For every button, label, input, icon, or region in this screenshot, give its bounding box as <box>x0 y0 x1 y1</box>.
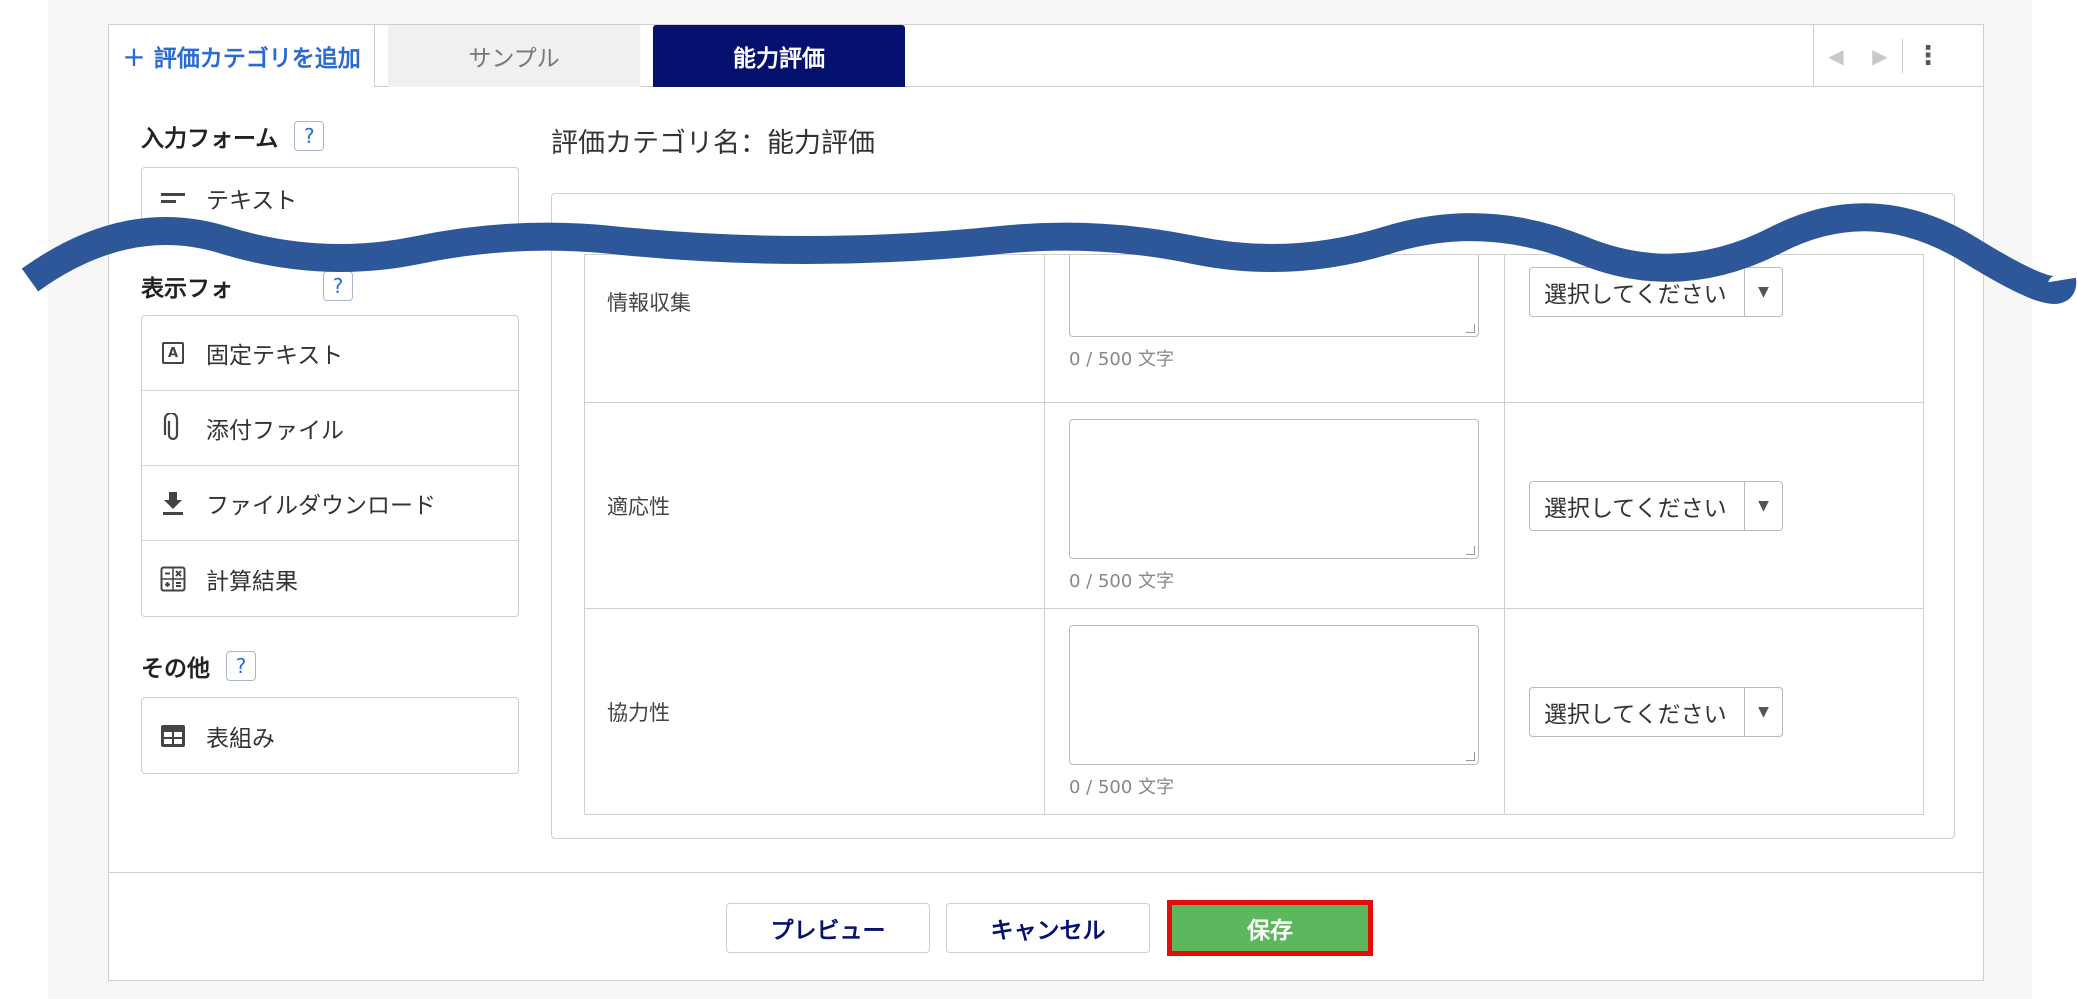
footer-bar: プレビュー キャンセル 保存 <box>109 872 1983 980</box>
form-item-file-download[interactable]: ファイルダウンロード <box>142 466 518 541</box>
other-title: その他 ? <box>141 649 256 683</box>
table-row: 適応性 0 / 500 文字 選択してください ▼ <box>584 402 1924 609</box>
editor-card: + 評価カテゴリを追加 サンプル 能力評価 ◀ ▶ ⋮ 入力フォーム ? テキス… <box>108 24 1984 981</box>
break-wave-decoration <box>21 203 2077 304</box>
rating-select-value: 選択してください <box>1544 495 1727 522</box>
table-icon <box>158 721 188 751</box>
help-icon[interactable]: ? <box>226 651 256 681</box>
input-form-title-text: 入力フォーム <box>141 126 279 152</box>
preview-button[interactable]: プレビュー <box>726 903 930 953</box>
comment-textarea[interactable] <box>1069 418 1479 559</box>
form-item-calculation-label: 計算結果 <box>206 568 298 595</box>
download-icon <box>158 488 188 518</box>
row-text-cell: 0 / 500 文字 <box>1044 608 1505 815</box>
form-item-calculation[interactable]: 計算結果 <box>142 541 518 616</box>
form-item-table[interactable]: 表組み <box>142 698 518 773</box>
save-button[interactable]: 保存 <box>1167 900 1373 956</box>
char-count: 0 / 500 文字 <box>1069 349 1175 370</box>
plus-icon: + <box>122 39 146 73</box>
display-form-list: A 固定テキスト 添付ファイル ファイルダウンロード 計算結果 <box>141 315 519 617</box>
form-item-fixed-text[interactable]: A 固定テキスト <box>142 316 518 391</box>
next-tab-icon[interactable]: ▶ <box>1858 25 1902 87</box>
row-label: 適応性 <box>584 402 1045 609</box>
tab-bar: + 評価カテゴリを追加 サンプル 能力評価 ◀ ▶ ⋮ <box>109 25 1983 87</box>
char-count: 0 / 500 文字 <box>1069 776 1175 798</box>
other-list: 表組み <box>141 697 519 774</box>
rating-select[interactable]: 選択してください ▼ <box>1529 480 1783 531</box>
add-category-tab[interactable]: + 評価カテゴリを追加 <box>109 25 375 87</box>
evaluation-table: 情報収集 0 / 500 文字 選択してください ▼ 適応性 0 / 500 文… <box>584 254 1924 815</box>
form-item-attachment[interactable]: 添付ファイル <box>142 391 518 466</box>
chevron-down-icon: ▼ <box>1744 481 1782 530</box>
form-item-fixed-text-label: 固定テキスト <box>206 343 344 369</box>
rating-select-value: 選択してください <box>1544 701 1727 728</box>
help-icon[interactable]: ? <box>294 121 325 151</box>
fixed-text-icon: A <box>162 342 184 364</box>
form-item-file-download-label: ファイルダウンロード <box>206 493 436 519</box>
add-category-label: 評価カテゴリを追加 <box>153 46 361 72</box>
calculator-icon <box>158 564 188 594</box>
input-form-title: 入力フォーム ? <box>141 119 325 153</box>
form-item-attachment-label: 添付ファイル <box>206 418 344 444</box>
row-label: 協力性 <box>584 608 1045 815</box>
row-text-cell: 0 / 500 文字 <box>1044 402 1505 609</box>
form-item-table-label: 表組み <box>206 725 275 752</box>
table-row: 協力性 0 / 500 文字 選択してください ▼ <box>584 608 1924 815</box>
category-name: 評価カテゴリ名：能力評価 <box>551 128 875 159</box>
paperclip-icon <box>158 413 188 443</box>
chevron-down-icon: ▼ <box>1744 687 1782 736</box>
tab-ability-evaluation[interactable]: 能力評価 <box>653 25 905 87</box>
tab-tools: ◀ ▶ ⋮ <box>1813 25 1983 87</box>
row-select-cell: 選択してください ▼ <box>1504 402 1924 609</box>
prev-tab-icon[interactable]: ◀ <box>1814 25 1858 87</box>
row-select-cell: 選択してください ▼ <box>1504 608 1924 815</box>
more-menu-icon[interactable]: ⋮ <box>1903 25 1953 87</box>
rating-select[interactable]: 選択してください ▼ <box>1529 686 1783 737</box>
cancel-button[interactable]: キャンセル <box>946 903 1150 953</box>
other-title-text: その他 <box>141 656 210 682</box>
tab-sample[interactable]: サンプル <box>388 25 640 87</box>
comment-textarea[interactable] <box>1069 624 1479 765</box>
char-count: 0 / 500 文字 <box>1069 570 1175 592</box>
